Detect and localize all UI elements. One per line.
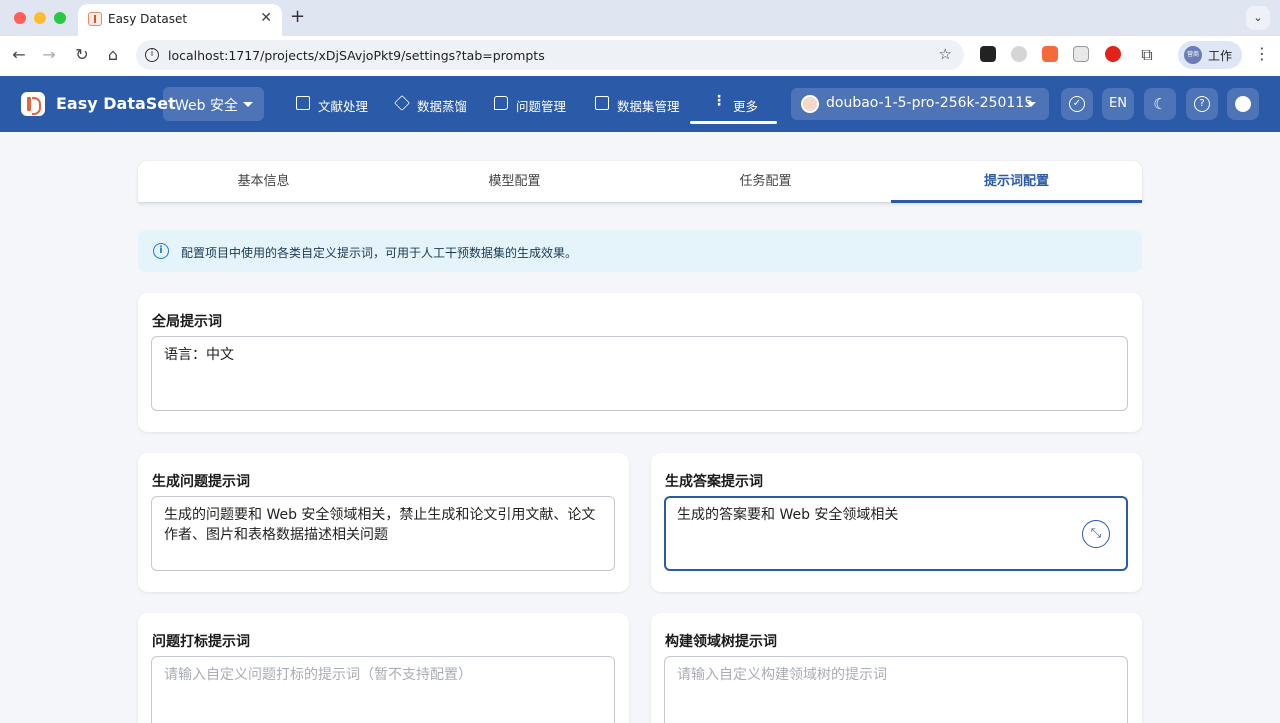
address-bar[interactable]: i localhost:1717/projects/xDjSAvjoPkt9/s… <box>136 40 964 70</box>
optimize-prompt-icon[interactable]: ⤡ <box>1082 520 1110 548</box>
favicon-icon <box>88 12 102 26</box>
caret-down-icon <box>1026 102 1036 107</box>
alert-text: 配置项目中使用的各类自定义提示词，可用于人工干预数据集的生成效果。 <box>181 246 578 260</box>
nav-item-label: 数据集管理 <box>617 99 680 114</box>
tab-basic-info[interactable]: 基本信息 <box>138 161 389 202</box>
nav-item-label: 数据蒸馏 <box>417 99 468 114</box>
site-info-icon[interactable]: i <box>145 48 159 62</box>
puzzle-icon[interactable]: ⧉ <box>1136 44 1158 66</box>
project-select[interactable]: Web 安全 <box>163 87 264 121</box>
caret-down-icon <box>243 102 253 107</box>
browser-tab[interactable]: Easy Dataset ✕ <box>78 4 282 36</box>
github-button[interactable] <box>1227 88 1259 120</box>
profile-button[interactable]: 营商 工作 <box>1178 41 1242 69</box>
help-button[interactable]: ? <box>1186 88 1218 120</box>
domain-tree-prompt-card: 构建领域树提示词 请输入自定义构建领域树的提示词 <box>651 613 1142 723</box>
extension-icon[interactable] <box>1105 46 1121 62</box>
task-status-button[interactable]: ✓ <box>1061 88 1093 120</box>
nav-item-label: 问题管理 <box>516 99 567 114</box>
check-circle-icon: ✓ <box>1069 96 1085 112</box>
tab-search-chevron-icon[interactable]: ⌄ <box>1246 6 1270 30</box>
document-icon <box>296 96 310 110</box>
crx-extension-icon[interactable] <box>1073 46 1089 62</box>
answer-prompt-textarea[interactable]: 生成的答案要和 Web 安全领域相关 ⤡ <box>664 496 1128 571</box>
extension-icon[interactable] <box>1011 46 1027 62</box>
browser-tab-title: Easy Dataset <box>108 12 188 26</box>
bookmark-star-icon[interactable]: ☆ <box>939 45 952 63</box>
answer-prompt-text: 生成的答案要和 Web 安全领域相关 <box>677 507 899 523</box>
avatar: 营商 <box>1184 46 1202 64</box>
extension-icon[interactable] <box>1042 46 1058 62</box>
reload-icon[interactable]: ↻ <box>71 44 93 66</box>
global-prompt-card: 全局提示词 语言：中文 <box>138 293 1142 432</box>
tab-active-indicator <box>891 200 1142 203</box>
new-tab-icon[interactable]: + <box>290 6 305 27</box>
grid-icon <box>595 96 609 110</box>
nav-item-label: 文献处理 <box>318 99 369 114</box>
model-select[interactable]: doubao-1-5-pro-256k-250115 <box>791 88 1049 120</box>
app-name: Easy DataSet <box>56 94 176 113</box>
browser-toolbar: ← → ↻ ⌂ i localhost:1717/projects/xDjSAv… <box>0 36 1280 76</box>
nav-item-label: 更多 <box>733 99 759 114</box>
moon-icon[interactable]: ☾ <box>1144 88 1176 120</box>
global-prompt-textarea[interactable]: 语言：中文 <box>151 336 1128 411</box>
card-title: 生成问题提示词 <box>152 474 250 490</box>
close-tab-icon[interactable]: ✕ <box>260 10 272 26</box>
card-title: 生成答案提示词 <box>665 474 763 490</box>
extension-icon[interactable] <box>980 46 996 62</box>
window-maximize-button[interactable] <box>54 12 66 24</box>
github-icon <box>1235 96 1251 112</box>
project-select-label: Web 安全 <box>175 98 238 114</box>
question-prompt-textarea[interactable]: 生成的问题要和 Web 安全领域相关，禁止生成和论文引用文献、论文作者、图片和表… <box>151 496 615 571</box>
window-close-button[interactable] <box>14 12 26 24</box>
labeling-prompt-card: 问题打标提示词 请输入自定义问题打标的提示词（暂不支持配置） <box>138 613 629 723</box>
labeling-prompt-textarea[interactable]: 请输入自定义问题打标的提示词（暂不支持配置） <box>151 656 615 723</box>
chat-icon <box>494 96 508 110</box>
browser-tab-strip: Easy Dataset ✕ + ⌄ <box>0 0 1280 36</box>
info-alert: i 配置项目中使用的各类自定义提示词，可用于人工干预数据集的生成效果。 <box>138 230 1142 272</box>
tab-prompt-config[interactable]: 提示词配置 <box>891 161 1142 202</box>
back-arrow-icon[interactable]: ← <box>8 44 30 66</box>
tab-model-config[interactable]: 模型配置 <box>389 161 640 202</box>
window-minimize-button[interactable] <box>34 12 46 24</box>
language-button[interactable]: EN <box>1102 88 1134 120</box>
cube-icon <box>394 95 410 111</box>
answer-prompt-card: 生成答案提示词 生成的答案要和 Web 安全领域相关 ⤡ <box>651 453 1142 592</box>
question-prompt-card: 生成问题提示词 生成的问题要和 Web 安全领域相关，禁止生成和论文引用文献、论… <box>138 453 629 592</box>
model-avatar <box>801 95 819 113</box>
app-logo-icon <box>21 92 45 116</box>
domain-tree-prompt-textarea[interactable]: 请输入自定义构建领域树的提示词 <box>664 656 1128 723</box>
tab-task-config[interactable]: 任务配置 <box>640 161 891 202</box>
card-title: 全局提示词 <box>152 314 222 330</box>
forward-arrow-icon[interactable]: → <box>38 44 60 66</box>
card-title: 问题打标提示词 <box>152 634 250 650</box>
model-select-label: doubao-1-5-pro-256k-250115 <box>826 95 1034 111</box>
help-icon: ? <box>1194 96 1210 112</box>
home-icon[interactable]: ⌂ <box>102 44 124 66</box>
info-icon: i <box>153 243 169 259</box>
profile-label: 工作 <box>1208 49 1233 63</box>
more-vertical-icon: ⋮ <box>712 93 726 109</box>
browser-menu-icon[interactable]: ⋮ <box>1254 44 1270 63</box>
app-header: Easy DataSet Web 安全 文献处理 数据蒸馏 问题管理 数据集管理… <box>0 76 1280 132</box>
card-title: 构建领域树提示词 <box>665 634 777 650</box>
nav-active-indicator <box>690 121 777 124</box>
url-text[interactable]: localhost:1717/projects/xDjSAvjoPkt9/set… <box>168 48 545 63</box>
settings-tabs: 基本信息 模型配置 任务配置 提示词配置 <box>138 161 1142 203</box>
